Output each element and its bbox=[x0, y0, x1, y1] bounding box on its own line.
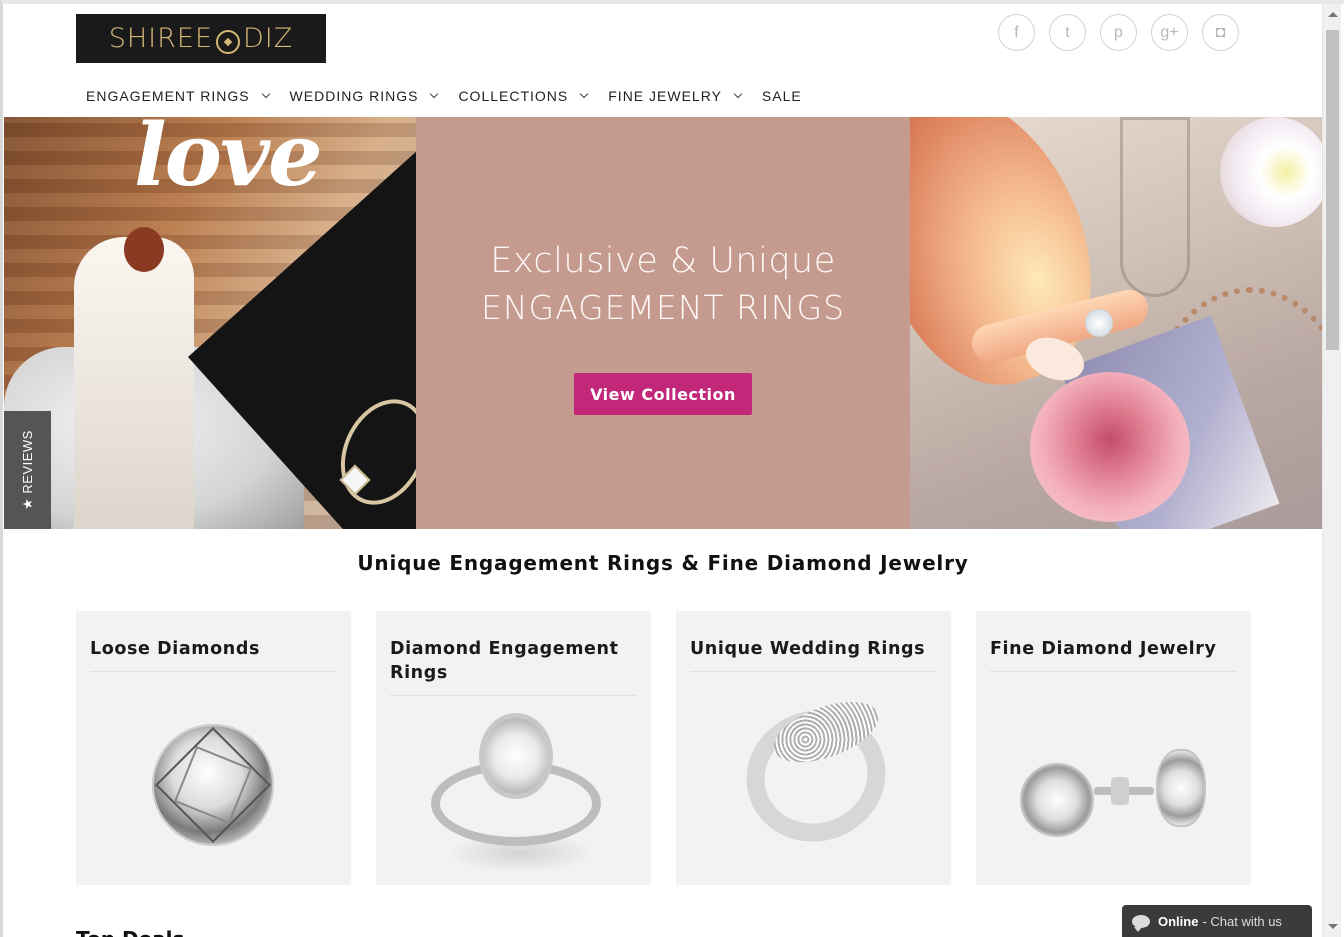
pinterest-icon[interactable]: p bbox=[1100, 14, 1137, 51]
loose-diamond-image[interactable] bbox=[152, 724, 274, 846]
hero-bride-image: love ★ REVIEWS bbox=[4, 117, 416, 529]
nav-item-engagement-rings[interactable]: ENGAGEMENT RINGS bbox=[86, 88, 270, 104]
ring-diamond-shape bbox=[1085, 309, 1113, 337]
earring-front bbox=[1020, 763, 1094, 837]
category-title: Unique Wedding Rings bbox=[690, 637, 937, 672]
page-scrollbar[interactable] bbox=[1322, 4, 1341, 937]
category-card-loose-diamonds[interactable]: Loose Diamonds bbox=[76, 611, 351, 885]
chevron-down-icon bbox=[580, 89, 589, 99]
nav-item-sale[interactable]: SALE bbox=[762, 88, 802, 104]
twitter-icon[interactable]: t bbox=[1049, 14, 1086, 51]
main-nav: ENGAGEMENT RINGS WEDDING RINGS COLLECTIO… bbox=[86, 88, 823, 104]
category-title: Loose Diamonds bbox=[90, 637, 337, 672]
site-logo[interactable]: SHIREE DIZ bbox=[76, 14, 326, 63]
nav-label: ENGAGEMENT RINGS bbox=[86, 88, 250, 104]
category-title: Fine Diamond Jewelry bbox=[990, 637, 1237, 672]
category-card-fine-jewelry[interactable]: Fine Diamond Jewelry bbox=[976, 611, 1251, 885]
chat-status: Online bbox=[1158, 913, 1199, 929]
hero-headline-line2: ENGAGEMENT RINGS bbox=[480, 288, 846, 327]
love-overlay-text: love bbox=[134, 117, 323, 206]
chat-widget[interactable]: Online - Chat with us bbox=[1122, 905, 1312, 937]
logo-mark-icon bbox=[216, 29, 241, 54]
hero-text-panel: Exclusive & Unique ENGAGEMENT RINGS View… bbox=[416, 117, 910, 529]
social-links: f t p g+ ◘ bbox=[998, 14, 1239, 51]
bride-hair bbox=[124, 227, 164, 272]
chevron-down-icon bbox=[430, 89, 439, 99]
hero-headline-line1: Exclusive & Unique bbox=[490, 241, 836, 281]
bride-figure bbox=[74, 237, 194, 529]
nav-item-collections[interactable]: COLLECTIONS bbox=[458, 88, 589, 104]
engagement-ring-halo bbox=[479, 713, 553, 799]
hero-rose-ring-image bbox=[910, 117, 1322, 529]
logo-text-right: DIZ bbox=[243, 23, 294, 54]
category-title: Diamond Engagement Rings bbox=[390, 637, 637, 696]
logo-text-left: SHIREE bbox=[108, 23, 214, 54]
scroll-up-arrow-icon[interactable] bbox=[1328, 12, 1338, 17]
earring-side bbox=[1156, 749, 1206, 827]
nav-label: WEDDING RINGS bbox=[289, 88, 419, 104]
google-plus-icon[interactable]: g+ bbox=[1151, 14, 1188, 51]
white-flower-shape bbox=[1220, 117, 1322, 227]
scroll-down-arrow-icon[interactable] bbox=[1328, 924, 1338, 929]
hero-banner: love ★ REVIEWS Exclusive & Unique ENGAGE… bbox=[4, 117, 1322, 529]
nav-label: FINE JEWELRY bbox=[608, 88, 722, 104]
scrollbar-thumb[interactable] bbox=[1326, 30, 1339, 350]
chat-bubble-icon bbox=[1132, 914, 1150, 932]
facebook-icon[interactable]: f bbox=[998, 14, 1035, 51]
nav-label: SALE bbox=[761, 88, 802, 104]
chat-message: - Chat with us bbox=[1202, 913, 1282, 929]
nav-item-wedding-rings[interactable]: WEDDING RINGS bbox=[289, 88, 439, 104]
pink-rose-shape bbox=[1030, 372, 1190, 522]
earring-back bbox=[1111, 777, 1129, 805]
reviews-tab-label: ★ REVIEWS bbox=[19, 430, 35, 510]
instagram-icon[interactable]: ◘ bbox=[1202, 14, 1239, 51]
category-card-wedding-rings[interactable]: Unique Wedding Rings bbox=[676, 611, 951, 885]
category-grid: Loose Diamonds Diamond Engagement Rings … bbox=[76, 611, 1251, 885]
reviews-tab[interactable]: ★ REVIEWS bbox=[4, 411, 51, 529]
chevron-down-icon bbox=[733, 89, 743, 99]
top-deals-heading: Top Deals bbox=[76, 926, 184, 937]
category-card-engagement-rings[interactable]: Diamond Engagement Rings bbox=[376, 611, 651, 885]
nav-label: COLLECTIONS bbox=[458, 88, 569, 104]
section-title: Unique Engagement Rings & Fine Diamond J… bbox=[357, 551, 969, 575]
view-collection-button[interactable]: View Collection bbox=[574, 373, 752, 415]
nav-item-fine-jewelry[interactable]: FINE JEWELRY bbox=[608, 88, 743, 104]
chevron-down-icon bbox=[261, 89, 270, 99]
glass-shape bbox=[1120, 117, 1190, 297]
